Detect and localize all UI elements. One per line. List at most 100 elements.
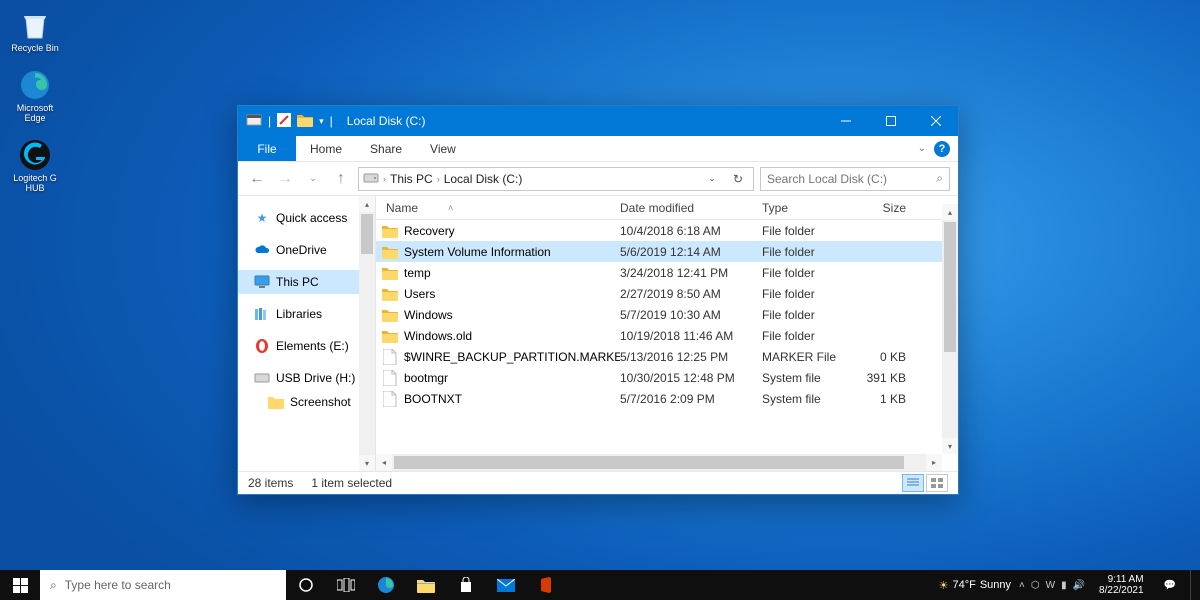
forward-button[interactable]: → — [274, 168, 296, 190]
file-row[interactable]: $WINRE_BACKUP_PARTITION.MARKER5/13/2016 … — [376, 346, 958, 367]
column-size[interactable]: Size — [854, 201, 914, 215]
notifications-button[interactable]: 💬 — [1158, 580, 1182, 591]
file-tab[interactable]: File — [238, 136, 296, 161]
file-type: File folder — [762, 245, 854, 259]
file-row[interactable]: Windows5/7/2019 10:30 AMFile folder — [376, 304, 958, 325]
file-row[interactable]: System Volume Information5/6/2019 12:14 … — [376, 241, 958, 262]
file-row[interactable]: temp3/24/2018 12:41 PMFile folder — [376, 262, 958, 283]
taskbar-office-icon[interactable] — [526, 570, 566, 600]
window-title: Local Disk (C:) — [341, 114, 426, 128]
folder-icon — [382, 223, 398, 239]
file-row[interactable]: Recovery10/4/2018 6:18 AMFile folder — [376, 220, 958, 241]
status-selection: 1 item selected — [311, 476, 392, 490]
scroll-down-icon[interactable]: ▾ — [942, 438, 958, 454]
sidebar-item-usb-drive[interactable]: USB Drive (H:) — [238, 366, 375, 390]
titlebar[interactable]: | ▾ | Local Disk (C:) — [238, 106, 958, 136]
chevron-right-icon[interactable]: › — [383, 174, 386, 184]
file-row[interactable]: Users2/27/2019 8:50 AMFile folder — [376, 283, 958, 304]
minimize-button[interactable] — [823, 106, 868, 136]
sidebar-item-quick-access[interactable]: ★ Quick access — [238, 206, 375, 230]
qat-overflow-icon[interactable]: ▾ — [319, 116, 324, 127]
desktop-icon-microsoft-edge[interactable]: Microsoft Edge — [6, 68, 64, 124]
column-date[interactable]: Date modified — [620, 201, 762, 215]
sidebar-item-onedrive[interactable]: OneDrive — [238, 238, 375, 262]
up-button[interactable]: ↑ — [330, 168, 352, 190]
file-type: MARKER File — [762, 350, 854, 364]
help-icon[interactable]: ? — [934, 141, 950, 157]
scroll-thumb[interactable] — [394, 456, 904, 469]
scroll-thumb[interactable] — [361, 214, 373, 254]
folder-icon — [382, 244, 398, 260]
taskbar-mail-icon[interactable] — [486, 570, 526, 600]
search-icon[interactable]: ⌕ — [936, 171, 943, 186]
tab-home[interactable]: Home — [296, 136, 356, 161]
scroll-up-icon[interactable]: ▴ — [359, 196, 375, 212]
file-row[interactable]: BOOTNXT5/7/2016 2:09 PMSystem file1 KB — [376, 388, 958, 409]
refresh-button[interactable]: ↻ — [727, 168, 749, 190]
file-row[interactable]: Windows.old10/19/2018 11:46 AMFile folde… — [376, 325, 958, 346]
scroll-down-icon[interactable]: ▾ — [359, 455, 375, 471]
desktop-icon-recycle-bin[interactable]: Recycle Bin — [6, 8, 64, 54]
file-row[interactable]: bootmgr10/30/2015 12:48 PMSystem file391… — [376, 367, 958, 388]
file-icon — [382, 391, 398, 407]
tray-network-icon[interactable]: ▮ — [1061, 580, 1067, 591]
close-button[interactable] — [913, 106, 958, 136]
file-list: Name˄ Date modified Type Size Recovery10… — [376, 196, 958, 471]
tray-chevron-icon[interactable]: ˄ — [1019, 580, 1025, 591]
taskbar-search[interactable]: ⌕ Type here to search — [40, 570, 286, 600]
start-button[interactable] — [0, 570, 40, 600]
details-view-button[interactable] — [902, 474, 924, 492]
maximize-button[interactable] — [868, 106, 913, 136]
taskbar-clock[interactable]: 9:11 AM 8/22/2021 — [1093, 574, 1150, 596]
cortana-button[interactable] — [286, 570, 326, 600]
address-dropdown-button[interactable]: ⌄ — [701, 168, 723, 190]
search-box[interactable]: ⌕ — [760, 167, 950, 191]
qat-folder-icon[interactable] — [297, 113, 313, 130]
sidebar-item-libraries[interactable]: Libraries — [238, 302, 375, 326]
tray-volume-icon[interactable]: 🔊 — [1073, 580, 1085, 591]
show-desktop-button[interactable] — [1190, 570, 1196, 600]
taskbar-edge-icon[interactable] — [366, 570, 406, 600]
scroll-left-icon[interactable]: ◂ — [376, 454, 392, 471]
ribbon-expand-icon[interactable]: ⌄ — [918, 143, 926, 154]
file-size: 0 KB — [854, 350, 914, 364]
weather-widget[interactable]: ☀ 74°F Sunny — [939, 579, 1011, 592]
tab-share[interactable]: Share — [356, 136, 416, 161]
taskbar-search-placeholder: Type here to search — [65, 578, 171, 592]
qat-properties-icon[interactable] — [277, 113, 291, 130]
search-input[interactable] — [767, 172, 936, 186]
sidebar-item-screenshot[interactable]: Screenshot — [238, 390, 375, 414]
sidebar-scrollbar[interactable]: ▴ ▾ — [359, 196, 375, 471]
column-type[interactable]: Type — [762, 201, 854, 215]
scroll-right-icon[interactable]: ▸ — [926, 454, 942, 471]
monitor-icon — [254, 274, 270, 290]
status-item-count: 28 items — [248, 476, 293, 490]
desktop-icon-logitech-g-hub[interactable]: Logitech G HUB — [6, 138, 64, 194]
chevron-right-icon[interactable]: › — [437, 174, 440, 184]
content-scrollbar-vertical[interactable]: ▴ ▾ — [942, 220, 958, 454]
system-tray[interactable]: ˄ ⬡ W ▮ 🔊 — [1019, 580, 1085, 591]
scroll-thumb[interactable] — [944, 222, 956, 352]
sidebar-item-this-pc[interactable]: This PC — [238, 270, 375, 294]
tray-icon[interactable]: W — [1046, 580, 1055, 591]
recent-locations-button[interactable]: ⌄ — [302, 168, 324, 190]
large-icons-view-button[interactable] — [926, 474, 948, 492]
breadcrumb-this-pc[interactable]: This PC — [390, 172, 433, 186]
sidebar-item-elements[interactable]: Elements (E:) — [238, 334, 375, 358]
column-name[interactable]: Name — [386, 201, 418, 215]
breadcrumb-local-disk[interactable]: Local Disk (C:) — [444, 172, 523, 186]
taskbar-file-explorer-icon[interactable] — [406, 570, 446, 600]
file-name: System Volume Information — [404, 245, 620, 259]
tray-icon[interactable]: ⬡ — [1031, 580, 1040, 591]
taskbar-store-icon[interactable] — [446, 570, 486, 600]
task-view-button[interactable] — [326, 570, 366, 600]
scroll-up-icon[interactable]: ▴ — [942, 204, 958, 220]
qat-separator-2: | — [330, 114, 333, 128]
back-button[interactable]: ← — [246, 168, 268, 190]
content-scrollbar-horizontal[interactable]: ◂ ▸ — [376, 454, 942, 471]
address-bar[interactable]: › This PC › Local Disk (C:) ⌄ ↻ — [358, 167, 754, 191]
tab-view[interactable]: View — [416, 136, 470, 161]
file-date: 10/19/2018 11:46 AM — [620, 329, 762, 343]
system-menu-icon[interactable] — [246, 113, 262, 130]
folder-icon — [382, 286, 398, 302]
